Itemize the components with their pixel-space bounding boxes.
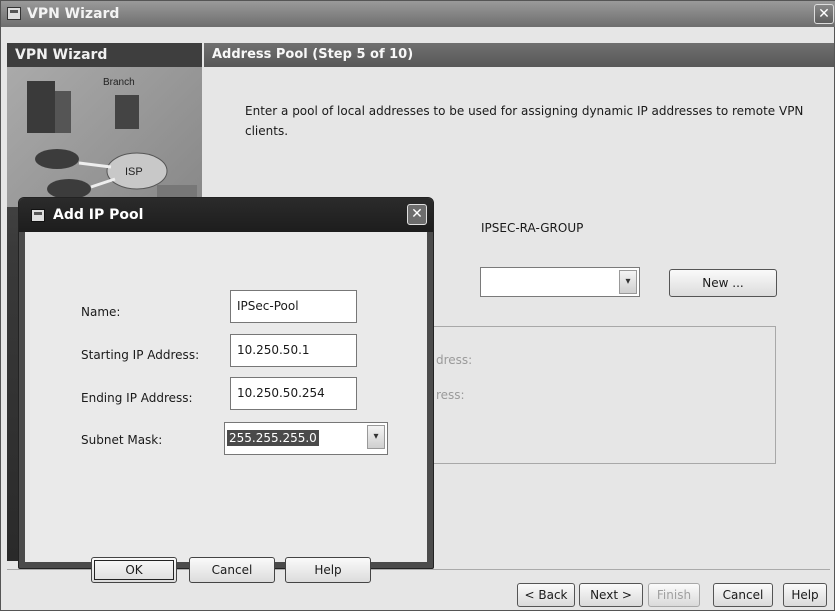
help-button[interactable]: Help	[783, 583, 827, 607]
svg-text:ISP: ISP	[125, 166, 143, 178]
svg-text:Branch: Branch	[103, 77, 135, 88]
name-field[interactable]: IPSec-Pool	[230, 290, 357, 323]
network-diagram-image: Branch ISP	[7, 67, 202, 207]
subnet-mask-select[interactable]: 255.255.255.0 ▾	[224, 422, 388, 455]
step-title: Address Pool (Step 5 of 10)	[204, 43, 834, 67]
network-art-icon: Branch ISP	[27, 77, 197, 205]
cancel-button[interactable]: Cancel	[713, 583, 773, 607]
start-ip-label: Starting IP Address:	[81, 348, 200, 362]
new-pool-button[interactable]: New ...	[669, 269, 777, 297]
dialog-title: Add IP Pool	[53, 207, 144, 223]
pool-end-label: ress:	[436, 388, 465, 402]
window-title: VPN Wizard	[27, 6, 120, 22]
next-button[interactable]: Next >	[579, 583, 643, 607]
back-button[interactable]: < Back	[517, 583, 575, 607]
end-ip-field[interactable]: 10.250.50.254	[230, 377, 357, 410]
sidebar-title: VPN Wizard	[7, 43, 202, 67]
dialog-cancel-button[interactable]: Cancel	[189, 557, 275, 583]
close-icon: ✕	[818, 6, 830, 22]
pool-start-label: dress:	[436, 353, 473, 367]
subnet-mask-label: Subnet Mask:	[81, 433, 163, 447]
ip-pool-select[interactable]: ▾	[480, 267, 640, 297]
dialog-close-button[interactable]: ✕	[407, 204, 427, 225]
dialog-help-button[interactable]: Help	[285, 557, 371, 583]
pool-info-group: dress: ress:	[421, 326, 776, 464]
dialog-titlebar: Add IP Pool ✕	[19, 198, 433, 232]
subnet-mask-value: 255.255.255.0	[227, 430, 319, 446]
window-titlebar: VPN Wizard ✕	[1, 1, 835, 27]
name-label: Name:	[81, 305, 121, 319]
tunnel-group-name: IPSEC-RA-GROUP	[481, 221, 584, 235]
close-icon: ✕	[411, 206, 423, 222]
app-icon	[31, 209, 45, 222]
window-close-button[interactable]: ✕	[814, 4, 834, 24]
ok-button[interactable]: OK	[91, 557, 177, 583]
app-icon	[7, 7, 21, 20]
finish-button[interactable]: Finish	[648, 583, 700, 607]
instructions-text: Enter a pool of local addresses to be us…	[245, 104, 804, 138]
end-ip-label: Ending IP Address:	[81, 391, 193, 405]
start-ip-field[interactable]: 10.250.50.1	[230, 334, 357, 367]
dialog-body: Name: IPSec-Pool Starting IP Address: 10…	[25, 232, 427, 583]
chevron-down-icon[interactable]: ▾	[367, 425, 385, 449]
chevron-down-icon[interactable]: ▾	[619, 270, 637, 294]
add-ip-pool-dialog: Add IP Pool ✕ Name: IPSec-Pool Starting …	[18, 197, 434, 583]
